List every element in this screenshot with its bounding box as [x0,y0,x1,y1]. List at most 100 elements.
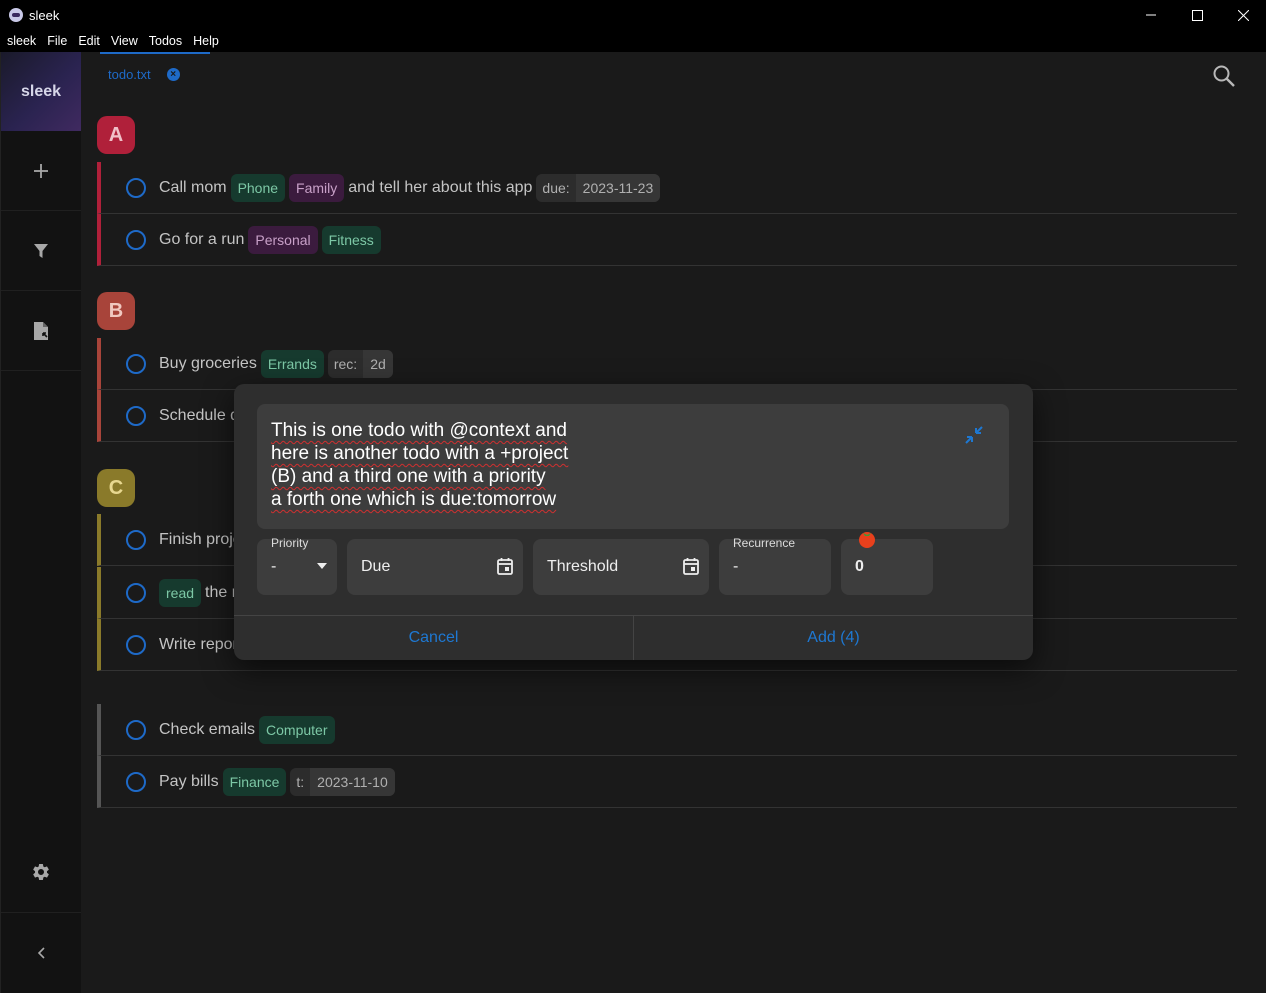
threshold-chip[interactable]: t: 2023-11-10 [290,767,395,796]
menu-view[interactable]: View [111,34,138,48]
menu-bar: sleek File Edit View Todos Help [0,30,1266,52]
project-chip[interactable]: Fitness [321,225,381,254]
complete-checkbox[interactable] [126,177,146,198]
search-icon [1213,65,1235,87]
tab-label: todo.txt [108,67,151,82]
context-chip[interactable]: Errands [260,349,324,378]
todo-row[interactable]: Go for a run Personal Fitness [97,214,1237,266]
menu-sleek[interactable]: sleek [7,34,36,48]
plus-icon [34,163,48,178]
menu-todos[interactable]: Todos [149,34,182,48]
complete-checkbox[interactable] [126,582,146,603]
todo-text: Call mom [159,178,227,196]
app-icon [9,8,23,22]
todo-text: Check emails [159,720,256,738]
threshold-date-field[interactable]: Threshold [533,539,709,595]
project-chip[interactable]: Personal [248,225,318,254]
menu-edit[interactable]: Edit [78,34,100,48]
group-badge-a: A [97,116,135,154]
dialog-footer: Cancel Add (4) [234,615,1033,660]
sidebar-logo: sleek [1,52,81,131]
complete-checkbox[interactable] [126,229,146,250]
textarea-line: This is one todo with @context and [271,420,568,441]
gear-icon [33,864,49,880]
priority-value: - [271,558,277,575]
due-key: due: [542,179,570,196]
threshold-key: t: [296,773,305,790]
chevron-left-icon [37,946,45,959]
add-button[interactable]: Add (4) [633,616,1033,660]
todo-text: Buy groceries [159,354,257,372]
complete-checkbox[interactable] [126,529,146,550]
recurrence-field[interactable]: Recurrence - [719,536,831,595]
menu-help[interactable]: Help [193,34,219,48]
file-icon [34,321,48,340]
due-value: 2023-11-23 [575,173,661,202]
maximize-button[interactable] [1174,0,1220,30]
textarea-line: here is another todo with a +project [271,443,569,464]
threshold-placeholder: Threshold [547,558,619,575]
textarea-line: (B) and a third one with a priority [271,466,546,487]
context-chip[interactable]: Computer [259,715,335,744]
settings-button[interactable] [1,832,81,912]
complete-checkbox[interactable] [126,405,146,426]
todo-text: Go for a run [159,230,245,248]
tab-todo-txt[interactable]: todo.txt × [108,67,180,82]
todo-text-continued: and tell her about this app [348,178,533,196]
todo-text: Finish proje [159,530,242,548]
todo-text: the r [205,583,238,601]
rec-key: rec: [333,355,358,372]
recurrence-value: - [733,558,739,575]
minimize-button[interactable] [1128,0,1174,30]
todo-textarea[interactable]: This is one todo with @context and here … [257,404,1009,529]
collapse-icon[interactable] [963,424,985,451]
todo-text: Schedule d [159,406,240,424]
tomato-icon [859,532,875,548]
textarea-line: a forth one which is due:tomorrow [271,489,557,510]
filter-button[interactable] [1,211,81,291]
title-bar: sleek [0,0,1266,30]
calendar-icon[interactable] [497,557,513,575]
cancel-button[interactable]: Cancel [234,616,633,660]
context-chip[interactable]: Phone [230,173,286,202]
due-placeholder: Due [361,558,391,575]
due-date-field[interactable]: Due [347,539,523,595]
sidebar: sleek [0,52,81,993]
project-chip[interactable]: Finance [222,767,287,796]
close-button[interactable] [1220,0,1266,30]
complete-checkbox[interactable] [126,634,146,655]
todo-row[interactable]: Check emails Computer [97,704,1237,756]
group-badge-b: B [97,292,135,330]
window-title: sleek [29,7,60,23]
todo-row[interactable]: Buy groceries Errands rec: 2d [97,338,1237,390]
todo-text: Write repor [159,635,238,653]
add-todo-button[interactable] [1,131,81,211]
close-tab-icon[interactable]: × [166,68,180,81]
project-chip[interactable]: Family [289,173,345,202]
recurrence-chip[interactable]: rec: 2d [327,349,393,378]
pomodoro-field[interactable]: 0 [841,532,933,595]
tab-indicator [100,52,210,54]
calendar-icon[interactable] [683,557,699,575]
complete-checkbox[interactable] [126,771,146,792]
todo-text: Pay bills [159,772,219,790]
menu-file[interactable]: File [47,34,67,48]
recurrence-label: Recurrence [733,536,796,550]
file-drawer-button[interactable] [1,291,81,371]
todo-row[interactable]: Call mom Phone Family and tell her about… [97,162,1237,214]
rec-value: 2d [363,349,393,378]
todo-dialog: This is one todo with @context and here … [234,384,1033,660]
pomodoro-value: 0 [855,558,864,575]
threshold-value: 2023-11-10 [310,767,395,796]
complete-checkbox[interactable] [126,353,146,374]
complete-checkbox[interactable] [126,719,146,740]
due-chip[interactable]: due: 2023-11-23 [536,173,661,202]
todo-row[interactable]: Pay bills Finance t: 2023-11-10 [97,756,1237,808]
collapse-sidebar-button[interactable] [1,912,81,992]
caret-down-icon [317,563,327,569]
priority-select[interactable]: Priority - [257,536,337,595]
priority-label: Priority [271,536,309,550]
group-badge-c: C [97,469,135,507]
search-button[interactable] [1212,64,1236,93]
context-chip[interactable]: read [159,578,202,607]
